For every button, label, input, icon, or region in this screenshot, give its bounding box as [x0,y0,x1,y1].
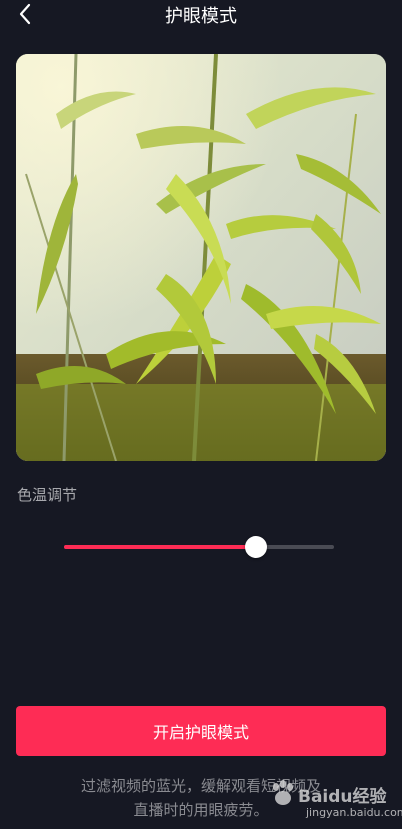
top-bar: 护眼模式 [0,0,402,34]
watermark-brand: Baidu经验 [298,787,387,807]
watermark-url: jingyan.baidu.com [306,806,402,819]
slider-thumb[interactable] [244,536,267,558]
enable-eye-protection-button[interactable]: 开启护眼模式 [16,706,386,756]
preview-image [16,54,386,461]
baidu-watermark: Baidu经验 jingyan.baidu.com [268,780,402,822]
color-temperature-slider[interactable] [64,533,334,561]
page-title: 护眼模式 [165,6,237,27]
slider-fill [64,545,256,549]
paw-icon [273,780,293,805]
color-temperature-label: 色温调节 [17,486,78,504]
